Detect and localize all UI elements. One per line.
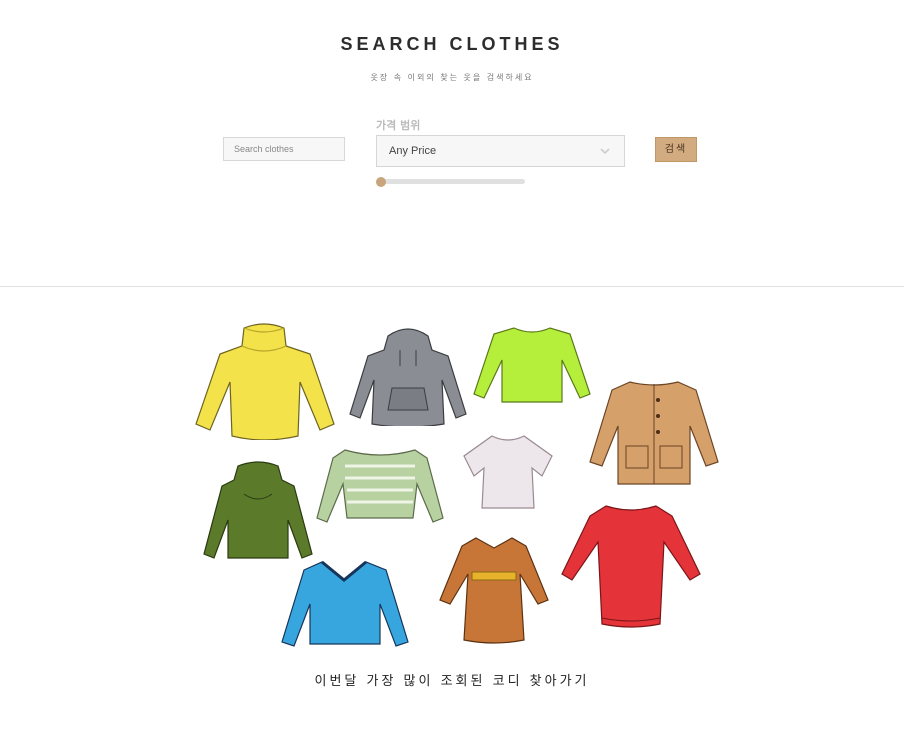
- tan-cardigan-image: [589, 381, 719, 485]
- popular-outfits-link[interactable]: 이번달 가장 많이 조회된 코디 찾아가기: [0, 670, 904, 689]
- clothes-illustration: [180, 310, 720, 665]
- price-select-value: Any Price: [389, 145, 437, 157]
- green-sweater-image: [203, 461, 313, 559]
- brown-coat-image: [439, 537, 549, 644]
- price-range-label: 가격 범위: [376, 119, 421, 132]
- search-input[interactable]: [223, 137, 345, 161]
- page-title: SEARCH CLOTHES: [340, 34, 564, 54]
- blue-sweater-image: [281, 560, 409, 647]
- price-select[interactable]: Any Price: [376, 135, 625, 167]
- section-divider: [0, 286, 904, 287]
- price-slider-handle[interactable]: [376, 177, 386, 187]
- search-button[interactable]: 검색: [655, 137, 697, 162]
- yellow-sweater-image: [195, 323, 335, 440]
- white-blouse-image: [463, 435, 553, 509]
- price-slider-track[interactable]: [376, 179, 525, 184]
- striped-top-image: [316, 449, 444, 523]
- red-dress-image: [561, 505, 701, 628]
- lime-top-image: [473, 327, 591, 403]
- chevron-down-icon: [600, 148, 610, 155]
- grey-hoodie-image: [349, 328, 467, 426]
- page-subtitle: 옷장 속 이외의 찾는 옷을 검색하세요: [370, 73, 534, 82]
